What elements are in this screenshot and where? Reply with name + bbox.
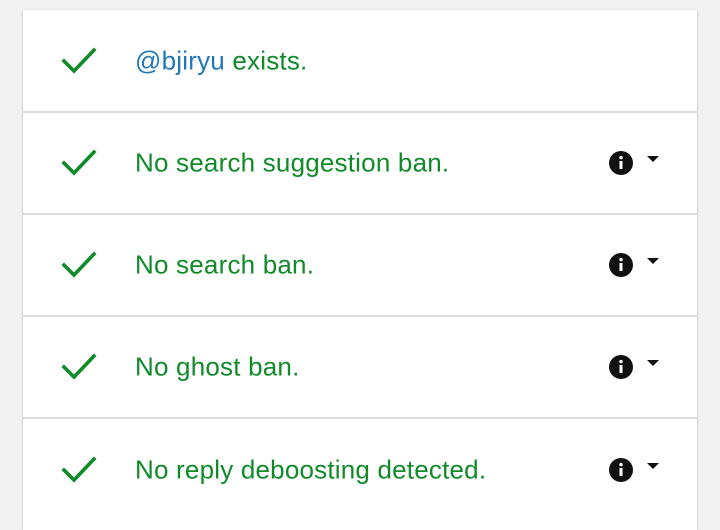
results-card: @bjiryu exists. No search suggestion ban… xyxy=(23,10,697,530)
result-label: @bjiryu exists. xyxy=(135,45,307,76)
result-row-user-exists: @bjiryu exists. xyxy=(23,10,697,113)
caret-down-icon[interactable] xyxy=(647,257,659,265)
result-label: No search suggestion ban. xyxy=(135,147,450,178)
result-label: No reply deboosting detected. xyxy=(135,454,487,485)
check-icon xyxy=(61,149,97,177)
check-icon xyxy=(61,353,97,381)
info-icon[interactable] xyxy=(609,253,633,277)
caret-down-icon[interactable] xyxy=(647,359,659,367)
check-icon xyxy=(61,46,97,75)
result-text: exists. xyxy=(224,45,308,75)
user-handle-link[interactable]: @bjiryu xyxy=(135,45,225,75)
result-row-search-ban: No search ban. xyxy=(23,215,697,317)
result-label: No ghost ban. xyxy=(135,351,300,382)
result-row-reply-deboosting: No reply deboosting detected. xyxy=(23,419,697,521)
caret-down-icon[interactable] xyxy=(647,462,659,470)
info-icon[interactable] xyxy=(609,458,633,482)
result-row-search-suggestion-ban: No search suggestion ban. xyxy=(23,113,697,215)
info-icon[interactable] xyxy=(609,355,633,379)
result-label: No search ban. xyxy=(135,249,315,280)
check-icon xyxy=(61,251,97,279)
info-icon[interactable] xyxy=(609,151,633,175)
result-row-ghost-ban: No ghost ban. xyxy=(23,317,697,419)
check-icon xyxy=(61,456,97,484)
caret-down-icon[interactable] xyxy=(647,155,659,163)
